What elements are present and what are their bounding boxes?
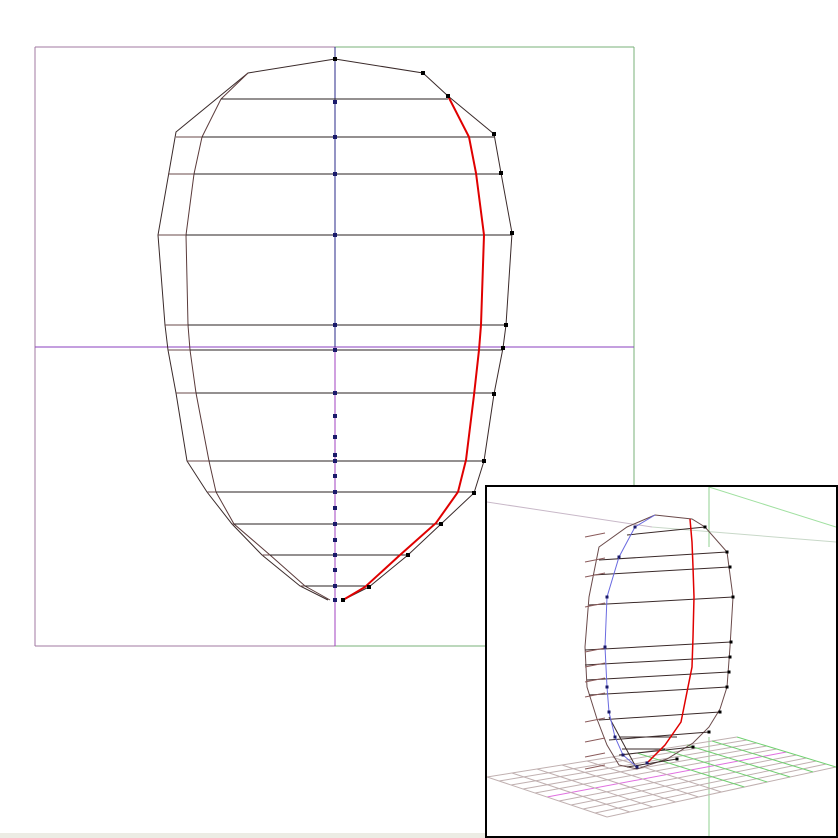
mesh-ring-edge bbox=[588, 686, 728, 696]
vertex-marker[interactable] bbox=[333, 414, 337, 418]
mesh-inner-left bbox=[185, 72, 331, 601]
mesh-ring-edge bbox=[584, 641, 732, 651]
vertex-marker[interactable] bbox=[504, 323, 508, 327]
vertex-marker[interactable] bbox=[421, 71, 425, 75]
vertex-marker[interactable] bbox=[341, 598, 345, 602]
vertex-marker[interactable] bbox=[333, 348, 337, 352]
vertex-marker[interactable] bbox=[605, 595, 609, 599]
vertex-marker[interactable] bbox=[728, 565, 732, 569]
vertex-marker[interactable] bbox=[729, 640, 733, 644]
vertex-marker[interactable] bbox=[333, 490, 337, 494]
mesh-ring-edge bbox=[588, 596, 734, 606]
vertex-marker[interactable] bbox=[691, 745, 695, 749]
vertex-marker[interactable] bbox=[501, 346, 505, 350]
mesh-side-edge bbox=[584, 532, 606, 538]
status-strip bbox=[0, 833, 485, 838]
mesh-ring-edge bbox=[598, 711, 721, 721]
mesh-side-edge bbox=[584, 737, 606, 743]
grid-line bbox=[736, 736, 836, 768]
vertex-marker[interactable] bbox=[703, 525, 707, 529]
vertex-marker[interactable] bbox=[333, 522, 337, 526]
vertex-marker[interactable] bbox=[333, 598, 337, 602]
mesh-ring-edge bbox=[586, 671, 730, 681]
mesh-side-edge bbox=[584, 752, 606, 758]
mesh-ring-edge bbox=[608, 731, 710, 741]
vertex-marker[interactable] bbox=[333, 459, 337, 463]
seam-edge-loop[interactable] bbox=[604, 514, 656, 768]
vertex-marker[interactable] bbox=[635, 765, 639, 769]
vertex-marker[interactable] bbox=[333, 100, 337, 104]
head-mesh-perspective[interactable] bbox=[584, 514, 734, 770]
vertex-marker[interactable] bbox=[675, 757, 679, 761]
vertex-marker[interactable] bbox=[707, 730, 711, 734]
vertex-marker[interactable] bbox=[367, 585, 371, 589]
mesh-side-edge bbox=[584, 572, 606, 578]
vertex-marker[interactable] bbox=[333, 391, 337, 395]
vertex-marker[interactable] bbox=[482, 459, 486, 463]
vertex-marker[interactable] bbox=[333, 584, 337, 588]
grid-line bbox=[711, 740, 814, 773]
vertex-marker[interactable] bbox=[333, 435, 337, 439]
vertex-marker[interactable] bbox=[633, 525, 637, 529]
vertex-marker[interactable] bbox=[621, 753, 625, 757]
mesh-side-edge bbox=[584, 692, 606, 698]
vertex-marker[interactable] bbox=[333, 172, 337, 176]
vertex-marker[interactable] bbox=[617, 555, 621, 559]
vertex-marker[interactable] bbox=[645, 761, 649, 765]
vertex-marker[interactable] bbox=[731, 595, 735, 599]
vertex-marker[interactable] bbox=[439, 522, 443, 526]
vertex-marker[interactable] bbox=[613, 735, 617, 739]
vertex-marker[interactable] bbox=[333, 233, 337, 237]
vertex-marker[interactable] bbox=[725, 550, 729, 554]
mesh-edge bbox=[608, 716, 638, 770]
mesh-ring-edge bbox=[584, 656, 731, 666]
perspective-canvas[interactable] bbox=[487, 487, 836, 836]
vertex-marker[interactable] bbox=[499, 171, 503, 175]
vertex-marker[interactable] bbox=[333, 538, 337, 542]
vertex-marker[interactable] bbox=[472, 491, 476, 495]
vertex-marker[interactable] bbox=[727, 670, 731, 674]
perspective-3d-view[interactable] bbox=[485, 485, 838, 838]
vertex-marker[interactable] bbox=[333, 553, 337, 557]
vertex-marker[interactable] bbox=[492, 392, 496, 396]
mesh-outline-left bbox=[157, 58, 336, 601]
vertex-marker[interactable] bbox=[333, 453, 337, 457]
vertex-marker[interactable] bbox=[406, 553, 410, 557]
vertex-marker[interactable] bbox=[333, 135, 337, 139]
vertex-marker[interactable] bbox=[333, 568, 337, 572]
vertex-marker[interactable] bbox=[492, 132, 496, 136]
mesh-vertices-perspective[interactable] bbox=[603, 525, 735, 769]
vertex-marker[interactable] bbox=[446, 94, 450, 98]
perspective-guides bbox=[487, 487, 836, 836]
vertex-marker[interactable] bbox=[333, 323, 337, 327]
vertex-marker[interactable] bbox=[607, 710, 611, 714]
vertex-marker[interactable] bbox=[333, 506, 337, 510]
vertex-marker[interactable] bbox=[718, 710, 722, 714]
vertex-marker[interactable] bbox=[728, 655, 732, 659]
vertex-marker[interactable] bbox=[603, 645, 607, 649]
vertex-marker[interactable] bbox=[510, 231, 514, 235]
vertex-marker[interactable] bbox=[605, 685, 609, 689]
vertex-marker[interactable] bbox=[333, 474, 337, 478]
vertex-marker[interactable] bbox=[725, 685, 729, 689]
vertex-marker[interactable] bbox=[333, 57, 337, 61]
